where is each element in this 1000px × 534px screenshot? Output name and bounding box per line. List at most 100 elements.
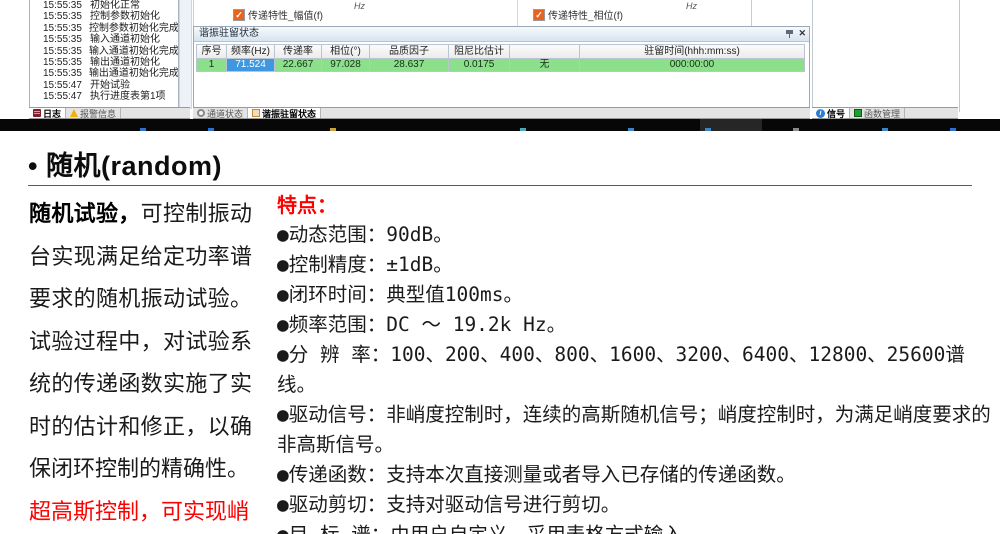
tab-label: 函数管理 [864, 107, 900, 120]
tab-signal[interactable]: i 信号 [812, 108, 850, 118]
table-header-row: 序号 频率(Hz) 传递率 相位(°) 品质因子 阻尼比估计 驻留时间(hhh:… [197, 45, 804, 59]
log-message: 输出通道初始化 [90, 57, 160, 68]
log-message: 初始化正常 [90, 0, 140, 11]
log-time: 15:55:35 [43, 57, 83, 68]
legend-phase: ✓ 传递特性_相位(f) [533, 7, 623, 22]
feature-item: ●闭环时间：典型值100ms。 [277, 280, 997, 310]
intro-lead: 随机试验， [29, 202, 141, 227]
log-message: 输入通道初始化完成 [89, 46, 179, 57]
log-time: 15:55:47 [43, 80, 83, 91]
intro-paragraph: 随机试验，可控制振动台实现满足给定功率谱要求的随机振动试验。试验过程中，对试验系… [29, 194, 252, 534]
feature-item: ●动态范围：90dB。 [277, 220, 997, 250]
feature-item: ●控制精度：±1dB。 [277, 250, 997, 280]
x-axis-unit-phase: Hz [686, 1, 697, 11]
col-header: 传递率 [275, 45, 322, 58]
log-time: 15:55:47 [43, 91, 83, 102]
tab-alarm-info[interactable]: 报警信息 [66, 108, 121, 118]
intro-highlight-red: 超高斯控制，可实现峭 [29, 492, 252, 534]
tab-label: 谐振驻留状态 [262, 107, 316, 120]
log-entry: 15:55:35 输出通道初始化完成 [30, 68, 178, 79]
feature-item: ●目 标 谱：由用户自定义，采用表格方式输入 [277, 520, 997, 534]
log-entry: 15:55:35 控制参数初始化完成 [30, 23, 178, 34]
legend-label: 传递特性_相位(f) [548, 7, 623, 22]
log-message: 控制参数初始化 [90, 11, 160, 22]
log-entry: 15:55:47 执行进度表第1项 [30, 91, 178, 102]
log-entry: 15:55:35 输出通道初始化 [30, 57, 178, 68]
tab-log[interactable]: 日志 [29, 108, 66, 118]
close-icon[interactable]: ✕ [798, 28, 806, 39]
resonance-table: 序号 频率(Hz) 传递率 相位(°) 品质因子 阻尼比估计 驻留时间(hhh:… [196, 44, 805, 72]
resonance-dwell-panel: 谐振驻留状态 ✕ 序号 频率(Hz) 传递率 相位(°) 品质因子 阻尼比估计 … [193, 26, 810, 112]
log-scrollbar[interactable] [179, 0, 192, 109]
legend-checkbox[interactable]: ✓ [233, 9, 245, 21]
log-message: 控制参数初始化完成 [89, 23, 179, 34]
pin-icon[interactable] [786, 29, 793, 38]
log-time: 15:55:35 [43, 46, 82, 57]
tab-label: 日志 [43, 107, 61, 120]
col-header: 序号 [197, 45, 227, 58]
log-panel: 15:55:35 初始化正常 15:55:35 控制参数初始化 15:55:35 控制… [29, 0, 179, 109]
features-heading: 特点： [277, 190, 997, 220]
log-time: 15:55:35 [43, 0, 83, 11]
x-axis-unit-amplitude: Hz [354, 1, 365, 11]
cell-transmissibility: 22.667 [275, 59, 322, 71]
info-icon: i [816, 109, 825, 118]
legend-amplitude: ✓ 传递特性_幅值(f) [233, 7, 323, 22]
log-message: 开始试验 [90, 80, 130, 91]
table-row[interactable]: 1 71.524 22.667 97.028 28.637 0.0175 无 0… [197, 59, 804, 71]
log-entry: 15:55:47 开始试验 [30, 80, 178, 91]
title-bullet: • [28, 151, 38, 181]
log-time: 15:55:35 [43, 68, 82, 79]
warning-icon [70, 109, 78, 117]
feature-item: ●驱动信号：非峭度控制时，连续的高斯随机信号；峭度控制时，为满足峭度要求的非高斯… [277, 400, 997, 460]
tab-label: 通道状态 [207, 107, 243, 120]
features-section: 特点： ●动态范围：90dB。 ●控制精度：±1dB。 ●闭环时间：典型值100… [277, 190, 997, 534]
feature-item: ●频率范围：DC ～ 19.2k Hz。 [277, 310, 997, 340]
log-time: 15:55:35 [43, 11, 83, 22]
intro-body: 可控制振动台实现满足给定功率谱要求的随机振动试验。试验过程中，对试验系统的传递函… [29, 202, 252, 482]
log-entry: 15:55:35 控制参数初始化 [30, 11, 178, 22]
log-entry: 15:55:35 输入通道初始化完成 [30, 46, 178, 57]
feature-item: ●驱动剪切：支持对驱动信号进行剪切。 [277, 490, 997, 520]
taskbar-sliver [0, 119, 1000, 131]
cell-index: 1 [197, 59, 227, 71]
col-header [510, 45, 580, 58]
chart-divider [517, 0, 518, 26]
log-time: 15:55:35 [43, 34, 83, 45]
cell-frequency: 71.524 [227, 59, 275, 71]
tab-function-management[interactable]: 函数管理 [850, 108, 905, 118]
col-header: 阻尼比估计 [449, 45, 510, 58]
cell-dwell-time: 000:00:00 [580, 59, 804, 71]
charts-bottom-strip: Hz Hz ✓ 传递特性_幅值(f) ✓ 传递特性_相位(f) [193, 0, 752, 26]
log-message: 执行进度表第1项 [90, 91, 166, 102]
log-icon [33, 109, 41, 117]
cell-extra: 无 [510, 59, 580, 71]
log-entry: 15:55:35 初始化正常 [30, 0, 178, 11]
cell-q-factor: 28.637 [370, 59, 449, 71]
panel-titlebar: 谐振驻留状态 ✕ [194, 27, 809, 42]
log-time: 15:55:35 [43, 23, 82, 34]
tab-channel-status[interactable]: 通道状态 [193, 108, 248, 118]
tab-resonance-dwell-status[interactable]: 谐振驻留状态 [248, 108, 321, 118]
feature-item: ●分 辨 率：100、200、400、800、1600、3200、6400、12… [277, 340, 997, 400]
page: 15:55:35 初始化正常 15:55:35 控制参数初始化 15:55:35 控制… [0, 0, 1000, 534]
right-tabbar: i 信号 函数管理 [812, 107, 958, 119]
col-header: 相位(°) [322, 45, 370, 58]
middle-tabbar: 通道状态 谐振驻留状态 [193, 107, 810, 119]
tab-label: 信号 [827, 107, 845, 120]
page-title: • 随机(random) [28, 144, 222, 183]
panel-title: 谐振驻留状态 [199, 28, 259, 39]
legend-checkbox[interactable]: ✓ [533, 9, 545, 21]
resonance-icon [252, 109, 260, 117]
left-tabbar: 日志 报警信息 [29, 107, 190, 119]
signal-panel-empty [812, 0, 960, 112]
feature-item: ●传递函数：支持本次直接测量或者导入已存储的传递函数。 [277, 460, 997, 490]
log-message: 输出通道初始化完成 [89, 68, 179, 79]
function-icon [854, 109, 862, 117]
tab-label: 报警信息 [80, 107, 116, 120]
col-header: 频率(Hz) [227, 45, 275, 58]
title-text: 随机(random) [46, 151, 222, 181]
cell-phase: 97.028 [322, 59, 370, 71]
lamp-icon [197, 109, 205, 117]
col-header: 品质因子 [370, 45, 449, 58]
